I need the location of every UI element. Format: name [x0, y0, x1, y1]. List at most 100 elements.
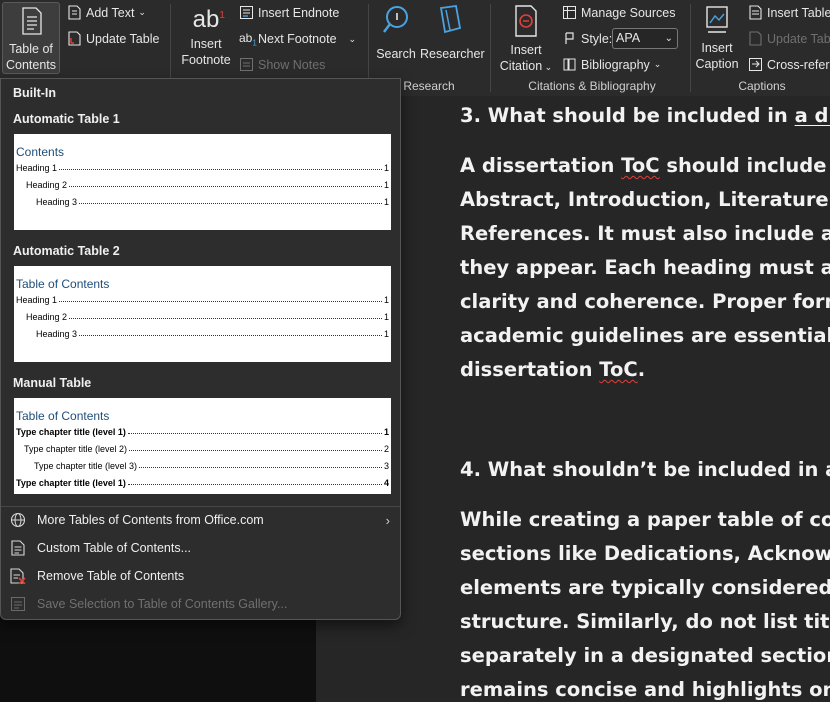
heading-4: 4. What shouldn’t be included in a: [460, 458, 830, 481]
preview-row-text: Heading 1: [16, 163, 58, 173]
preview-row: Heading 3 1: [36, 326, 389, 339]
paragraph-2-line: elements are typically considered: [460, 576, 830, 599]
chevron-down-icon: ⌄: [542, 62, 553, 72]
researcher-icon: [439, 4, 462, 34]
preview-row-text: Type chapter title (level 1): [16, 478, 126, 488]
researcher-button[interactable]: Researcher: [420, 4, 485, 62]
search-button[interactable]: Search: [374, 4, 418, 62]
insert-caption-button[interactable]: Insert Caption: [694, 4, 740, 72]
preview-row-page: 3: [383, 461, 389, 471]
style-select[interactable]: APA ⌄: [612, 28, 678, 49]
preview-row-page: 1: [383, 295, 389, 305]
insert-footnote-line2: Footnote: [181, 53, 231, 67]
preview-row-text: Heading 1: [16, 295, 58, 305]
preview-title: Table of Contents: [16, 409, 110, 423]
show-notes-button[interactable]: Show Notes: [239, 57, 325, 72]
preview-row: Heading 2 1: [26, 177, 389, 190]
insert-endnote-label: Insert Endnote: [258, 5, 340, 20]
paragraph-1-line: dissertation ToC.: [460, 353, 645, 387]
custom-toc-label: Custom Table of Contents...: [37, 541, 192, 555]
p1-l7-spellcheck: ToC: [599, 358, 638, 381]
paragraph-2-line: sections like Dedications, Acknow: [460, 542, 830, 565]
table-of-contents-icon: [22, 7, 42, 35]
automatic-table-1-preview[interactable]: Contents Heading 1 1 Heading 2 1 Heading 3…: [14, 134, 391, 230]
style-select-value: APA: [616, 31, 641, 45]
paragraph-2-line: remains concise and highlights on: [460, 678, 830, 701]
preview-row-page: 2: [383, 444, 389, 454]
manage-sources-button[interactable]: Manage Sources: [562, 5, 676, 20]
search-label: Search: [376, 47, 416, 61]
automatic-table-2-preview[interactable]: Table of Contents Heading 11 Heading 21 …: [14, 266, 391, 362]
insert-table-of-figures-button[interactable]: Insert Table: [748, 5, 830, 20]
preview-row: Type chapter title (level 2) 2: [24, 441, 389, 454]
p1-l7-c: .: [637, 358, 646, 381]
save-selection-menu-item[interactable]: Save Selection to Table of Contents Gall…: [9, 591, 394, 617]
insert-citation-line2: Citation: [499, 59, 543, 73]
footnote-icon-text: ab: [192, 6, 220, 33]
table-of-contents-button[interactable]: Table of Contents ⌄: [2, 2, 60, 88]
bibliography-label: Bibliography: [581, 57, 650, 72]
p1-l7-a: dissertation: [460, 358, 600, 381]
show-notes-icon: [240, 58, 253, 71]
remove-toc-icon: [9, 567, 27, 585]
more-tables-menu-item[interactable]: More Tables of Contents from Office.com …: [9, 507, 394, 533]
bibliography-button[interactable]: Bibliography ⌄: [562, 57, 661, 72]
next-footnote-button[interactable]: ab1 Next Footnote ⌄: [239, 31, 356, 47]
update-table-label: Update Table: [86, 31, 160, 46]
p1-l1-a: A dissertation: [460, 154, 622, 177]
preview-row: Heading 1 1: [16, 292, 389, 305]
style-icon: [565, 32, 574, 44]
heading-3-text: 3. What should be included in: [460, 104, 795, 127]
add-text-button[interactable]: Add Text ⌄: [67, 5, 146, 20]
preview-row: Heading 3 1: [36, 194, 389, 207]
chevron-down-icon: ⌄: [653, 59, 662, 69]
built-in-heading: Built-In: [13, 86, 57, 100]
next-footnote-label: Next Footnote: [258, 32, 337, 47]
preview-row-text: Heading 2: [26, 180, 68, 190]
heading-3-underlined: a dis: [794, 104, 830, 127]
insert-citation-button[interactable]: Insert Citation ⌄: [497, 4, 555, 75]
toc-dropdown-panel: Built-In Automatic Table 1 Contents Head…: [0, 78, 401, 620]
insert-footnote-button[interactable]: ab 1 Insert Footnote: [178, 4, 234, 68]
cross-reference-button[interactable]: Cross-referer: [748, 57, 830, 72]
save-selection-icon: [9, 595, 27, 613]
remove-toc-menu-item[interactable]: Remove Table of Contents: [9, 563, 394, 589]
preview-row-text: Heading 2: [26, 312, 68, 322]
bibliography-icon: [563, 58, 576, 71]
paragraph-2-line: separately in a designated section: [460, 644, 830, 667]
update-table-figures-icon: [749, 31, 762, 46]
show-notes-label: Show Notes: [258, 57, 326, 72]
cross-reference-label: Cross-referer: [767, 57, 830, 72]
update-table-figures-button[interactable]: Update Table: [748, 31, 830, 46]
paragraph-1-line: Abstract, Introduction, Literature R: [460, 188, 830, 211]
toc-label-line2: Contents: [5, 58, 57, 72]
remove-toc-label: Remove Table of Contents: [37, 569, 185, 583]
manual-table-preview[interactable]: Table of Contents Type chapter title (le…: [14, 398, 391, 494]
p1-l1-c: should include a: [659, 154, 830, 177]
preview-row: Type chapter title (level 1) 4: [16, 475, 389, 488]
ribbon-divider: [690, 4, 691, 92]
custom-toc-icon: [9, 539, 27, 557]
ribbon-divider: [490, 4, 491, 92]
update-table-button[interactable]: Update Table: [67, 31, 159, 46]
custom-toc-menu-item[interactable]: Custom Table of Contents...: [9, 535, 394, 561]
chevron-down-icon: ⌄: [664, 33, 673, 44]
insert-endnote-button[interactable]: Insert Endnote: [239, 5, 339, 20]
search-icon: [383, 6, 408, 33]
add-text-icon: [68, 5, 81, 20]
heading-3: 3. What should be included in a dis: [460, 99, 830, 133]
insert-citation-icon: [515, 5, 537, 37]
p1-l1-spellcheck: ToC: [621, 154, 660, 177]
preview-title: Table of Contents: [16, 277, 110, 291]
more-tables-label: More Tables of Contents from Office.com: [37, 513, 264, 527]
paragraph-2-line: structure. Similarly, do not list title: [460, 610, 830, 633]
preview-row: Type chapter title (level 3) 3: [34, 458, 389, 471]
style-label-wrap: Style:: [562, 31, 612, 46]
insert-caption-line1: Insert: [701, 41, 733, 55]
paragraph-1-line: they appear. Each heading must al: [460, 256, 830, 279]
insert-table-of-figures-icon: [749, 5, 762, 20]
insert-caption-line2: Caption: [695, 57, 739, 71]
paragraph-2-line: While creating a paper table of con: [460, 508, 830, 531]
paragraph-1-line: A dissertation ToC should include a: [460, 149, 830, 183]
update-table-figures-label: Update Table: [767, 31, 830, 46]
